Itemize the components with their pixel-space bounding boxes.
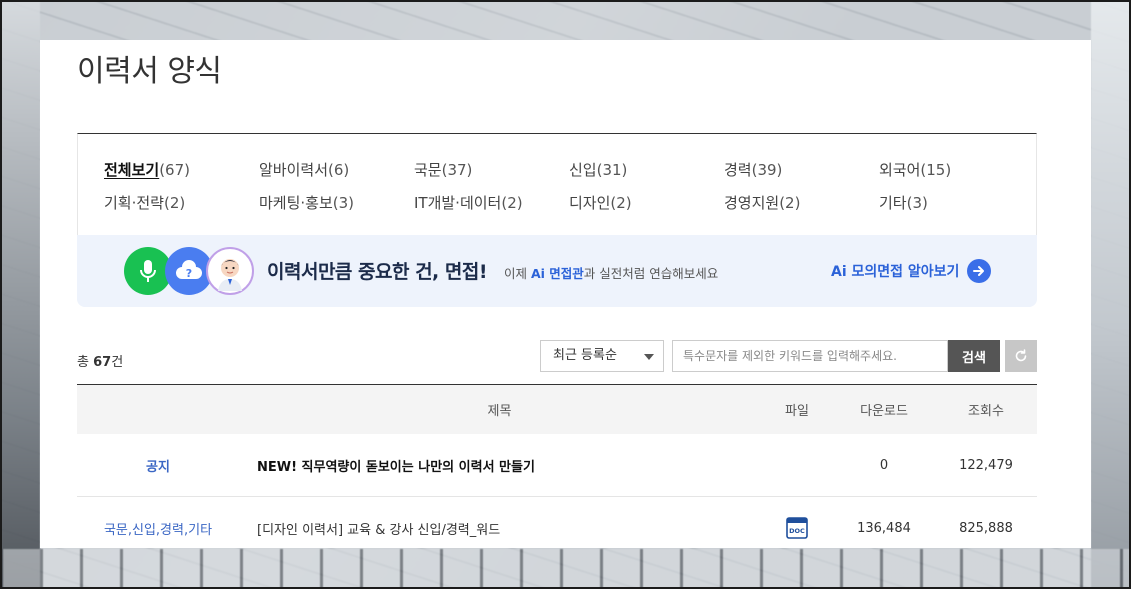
category-count: (6) bbox=[328, 161, 350, 179]
category-count: (37) bbox=[441, 161, 473, 179]
category-filter: 전체보기(67) 알바이력서(6) 국문(37) 신입(31) 경력(39) 외… bbox=[77, 133, 1037, 235]
total-prefix: 총 bbox=[77, 355, 94, 370]
category-count: (31) bbox=[596, 161, 628, 179]
category-count: (15) bbox=[920, 161, 952, 179]
sort-selected-value: 최근 등록순 bbox=[553, 348, 617, 363]
row-file[interactable]: DOC bbox=[761, 496, 833, 548]
header-title: 제목 bbox=[239, 384, 761, 434]
category-count: (3) bbox=[332, 194, 355, 212]
category-korean[interactable]: 국문(37) bbox=[414, 159, 569, 180]
cta-label-part1: Ai 모의면접 bbox=[831, 264, 904, 280]
category-label: 경력 bbox=[724, 161, 752, 179]
background-right-edge bbox=[1091, 0, 1131, 589]
category-label: 기획·전략 bbox=[104, 194, 164, 212]
content-panel: 이력서 양식 전체보기(67) 알바이력서(6) 국문(37) 신입(31) 경… bbox=[40, 40, 1091, 548]
category-count: (67) bbox=[159, 161, 190, 179]
category-label: 전체보기 bbox=[104, 161, 160, 179]
row-downloads: 136,484 bbox=[833, 496, 935, 548]
category-count: (2) bbox=[163, 194, 186, 212]
table-row[interactable]: 공지 NEW! 직무역량이 돋보이는 나만의 이력서 만들기 0 122,479 bbox=[77, 434, 1037, 497]
row-category: 국문,신입,경력,기타 bbox=[77, 496, 239, 548]
total-suffix: 건 bbox=[111, 355, 124, 370]
page-title: 이력서 양식 bbox=[77, 54, 222, 89]
ai-mock-interview-link[interactable]: Ai 모의면접 알아보기 bbox=[831, 259, 992, 283]
category-label: 신입 bbox=[569, 161, 597, 179]
row-category: 공지 bbox=[77, 434, 239, 497]
banner-subtext: 이제 Ai 면접관과 실전처럼 연습해보세요 bbox=[504, 263, 718, 282]
category-all[interactable]: 전체보기(67) bbox=[104, 159, 259, 180]
category-label: 알바이력서 bbox=[259, 161, 329, 179]
table-header-row: 제목 파일 다운로드 조회수 bbox=[77, 384, 1037, 434]
category-count: (2) bbox=[779, 194, 801, 212]
banner-sub-suffix: 과 실전처럼 연습해보세요 bbox=[583, 266, 719, 281]
row-title-link[interactable]: [디자인 이력서] 교육 & 강사 신입/경력_워드 bbox=[239, 496, 761, 548]
banner-headline: 이력서만큼 중요한 건, 면접! bbox=[267, 261, 488, 283]
category-label: 외국어 bbox=[879, 161, 921, 179]
banner-sub-prefix: 이제 bbox=[504, 266, 531, 281]
reset-button[interactable] bbox=[1005, 340, 1037, 372]
row-views: 122,479 bbox=[935, 434, 1037, 497]
header-views: 조회수 bbox=[935, 384, 1037, 434]
category-it-data[interactable]: IT개발·데이터(2) bbox=[414, 192, 569, 213]
category-count: (39) bbox=[751, 161, 783, 179]
arrow-right-icon bbox=[967, 259, 992, 283]
total-count: 총 67건 bbox=[77, 351, 123, 370]
banner-icon-group: ? bbox=[124, 247, 264, 297]
background-left-edge bbox=[0, 0, 40, 589]
category-marketing[interactable]: 마케팅·홍보(3) bbox=[259, 192, 414, 213]
category-label: 국문 bbox=[414, 161, 442, 179]
header-category bbox=[77, 384, 239, 434]
total-number: 67 bbox=[93, 355, 112, 370]
row-file bbox=[761, 434, 833, 497]
category-label: 기타 bbox=[879, 194, 907, 212]
background-bottom-edge bbox=[0, 549, 1131, 589]
header-file: 파일 bbox=[761, 384, 833, 434]
header-downloads: 다운로드 bbox=[833, 384, 935, 434]
category-design[interactable]: 디자인(2) bbox=[569, 192, 724, 213]
category-part-time[interactable]: 알바이력서(6) bbox=[259, 159, 414, 180]
category-count: (3) bbox=[906, 194, 928, 212]
cta-label: Ai 모의면접 알아보기 bbox=[831, 261, 959, 281]
svg-text:?: ? bbox=[186, 267, 192, 280]
category-count: (2) bbox=[501, 194, 523, 212]
table-row[interactable]: 국문,신입,경력,기타 [디자인 이력서] 교육 & 강사 신입/경력_워드 D… bbox=[77, 496, 1037, 548]
banner-sub-highlight: Ai 면접관 bbox=[530, 266, 584, 281]
resume-template-table: 제목 파일 다운로드 조회수 공지 NEW! 직무역량이 돋보이는 나만의 이력… bbox=[77, 384, 1037, 548]
ai-interview-banner[interactable]: ? 이력서만큼 중요한 건, 면접! 이제 Ai 면접관과 실전처럼 연습해보세… bbox=[77, 235, 1037, 307]
doc-file-label: DOC bbox=[789, 527, 805, 535]
chevron-down-icon bbox=[644, 354, 654, 360]
row-views: 825,888 bbox=[935, 496, 1037, 548]
category-label: 마케팅·홍보 bbox=[259, 194, 333, 212]
row-downloads: 0 bbox=[833, 434, 935, 497]
category-planning[interactable]: 기획·전략(2) bbox=[104, 192, 259, 213]
interviewer-avatar bbox=[206, 247, 254, 295]
sort-select[interactable]: 최근 등록순 bbox=[540, 340, 664, 372]
category-count: (2) bbox=[610, 194, 632, 212]
category-grid: 전체보기(67) 알바이력서(6) 국문(37) 신입(31) 경력(39) 외… bbox=[104, 159, 1034, 213]
category-label: 디자인 bbox=[569, 194, 611, 212]
cta-label-part2: 알아보기 bbox=[903, 264, 960, 280]
category-new-grad[interactable]: 신입(31) bbox=[569, 159, 724, 180]
category-etc[interactable]: 기타(3) bbox=[879, 192, 1034, 213]
category-experienced[interactable]: 경력(39) bbox=[724, 159, 879, 180]
search-button[interactable]: 검색 bbox=[948, 340, 1000, 372]
category-label: 경영지원 bbox=[724, 194, 780, 212]
category-foreign-language[interactable]: 외국어(15) bbox=[879, 159, 1034, 180]
search-input[interactable] bbox=[672, 340, 948, 372]
row-title-link[interactable]: NEW! 직무역량이 돋보이는 나만의 이력서 만들기 bbox=[239, 434, 761, 497]
doc-file-icon: DOC bbox=[786, 517, 808, 539]
refresh-icon bbox=[1015, 349, 1027, 362]
category-management[interactable]: 경영지원(2) bbox=[724, 192, 879, 213]
category-label: IT개발·데이터 bbox=[414, 194, 502, 212]
